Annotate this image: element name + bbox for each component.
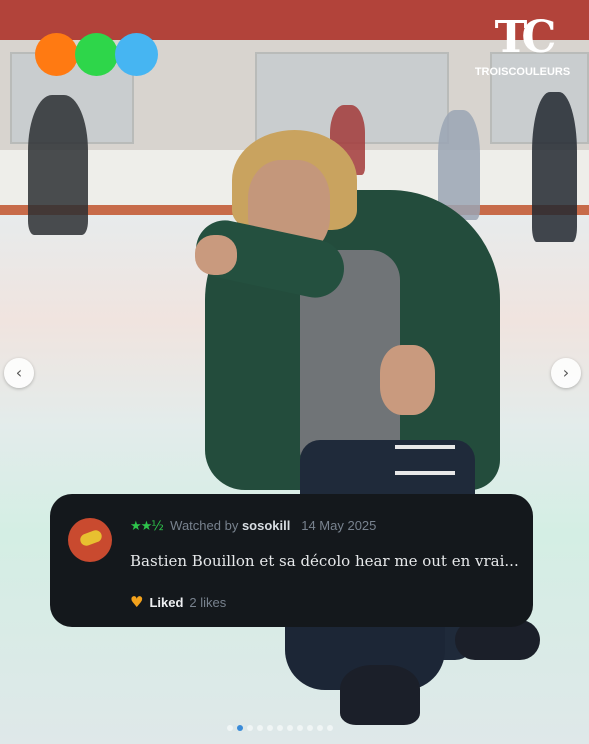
post-image: TC TROISCOULEURS ‹ › ★★½ Watched by soso… <box>0 0 589 744</box>
person-shoe <box>340 665 420 725</box>
carousel-pagination <box>227 725 337 731</box>
pagination-dot[interactable] <box>307 725 313 731</box>
brand-mark: TC <box>494 12 557 63</box>
logo-dot-orange <box>35 33 78 76</box>
carousel-next-button[interactable]: › <box>551 358 581 388</box>
avatar-figure <box>78 528 104 548</box>
liked-label: Liked <box>149 594 184 610</box>
logo-dot-blue <box>115 33 158 76</box>
review-text: Bastien Bouillon et sa décolo hear me ou… <box>130 552 519 570</box>
pagination-dot[interactable] <box>227 725 233 731</box>
pagination-dot[interactable] <box>267 725 273 731</box>
pagination-dot[interactable] <box>257 725 263 731</box>
pagination-dot[interactable] <box>327 725 333 731</box>
chevron-right-icon: › <box>562 363 570 382</box>
watched-by-label: Watched by <box>170 518 239 533</box>
pointing-hand <box>195 235 237 275</box>
star-rating: ★★½ <box>130 519 164 534</box>
liked-row: ♥ Liked 2 likes <box>130 593 226 611</box>
brand-name: TROISCOULEURS <box>474 66 571 78</box>
review-card[interactable]: ★★½ Watched by sosokill 14 May 2025 Bast… <box>50 494 533 627</box>
pagination-dot[interactable] <box>247 725 253 731</box>
avatar[interactable] <box>68 518 112 562</box>
troiscouleurs-logo: TC TROISCOULEURS <box>470 12 575 79</box>
chevron-left-icon: ‹ <box>15 363 23 382</box>
heart-icon: ♥ <box>130 593 144 611</box>
background-skater <box>28 95 88 235</box>
review-meta: ★★½ Watched by sosokill 14 May 2025 <box>130 518 376 534</box>
person-hand <box>380 345 435 415</box>
logo-dot-green <box>75 33 118 76</box>
pants-stripes <box>395 445 455 475</box>
pagination-dot[interactable] <box>317 725 323 731</box>
pagination-dot[interactable] <box>237 725 243 731</box>
carousel-prev-button[interactable]: ‹ <box>4 358 34 388</box>
pagination-dot[interactable] <box>277 725 283 731</box>
pagination-dot[interactable] <box>287 725 293 731</box>
username-link[interactable]: sosokill <box>242 518 290 533</box>
letterboxd-logo <box>35 33 158 76</box>
review-date: 14 May 2025 <box>301 518 377 533</box>
likes-count[interactable]: 2 likes <box>189 595 226 610</box>
pagination-dot[interactable] <box>297 725 303 731</box>
background-skater <box>532 92 577 242</box>
